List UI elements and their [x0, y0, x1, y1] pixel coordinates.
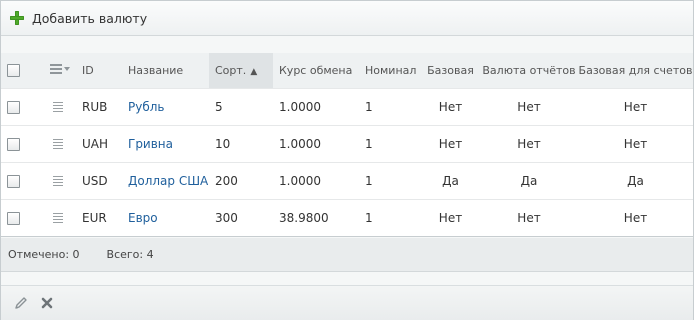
add-currency-button[interactable]: Добавить валюту	[10, 11, 147, 26]
currency-name-link[interactable]: Гривна	[128, 137, 173, 151]
currency-name-link[interactable]: Евро	[128, 211, 158, 225]
cell-nominal: 1	[359, 124, 421, 162]
cross-icon[interactable]	[39, 295, 55, 311]
cell-sort: 5	[209, 87, 273, 125]
row-checkbox[interactable]	[7, 174, 20, 188]
select-all-header	[1, 53, 33, 88]
cell-rate: 1.0000	[273, 124, 359, 162]
currency-grid: ID Название Сорт. ▲ Курс обмена Номинал Б…	[1, 53, 693, 237]
total-count: Всего: 4	[106, 248, 154, 261]
column-header-invoice-base[interactable]: Базовая для счетов	[578, 53, 693, 88]
column-settings-header	[33, 53, 76, 88]
column-header-base[interactable]: Базовая	[421, 53, 480, 88]
currency-name-link[interactable]: Рубль	[128, 100, 164, 114]
cell-sort: 300	[209, 198, 273, 237]
cell-rate: 1.0000	[273, 161, 359, 199]
cell-sort: 10	[209, 124, 273, 162]
cell-sort: 200	[209, 161, 273, 199]
cell-report-currency: Да	[480, 161, 578, 199]
row-checkbox[interactable]	[7, 100, 20, 114]
cell-nominal: 1	[359, 198, 421, 237]
cell-base: Нет	[421, 198, 480, 237]
table-row[interactable]: USD Доллар США 200 1.0000 1 Да Да Да	[1, 161, 693, 199]
row-menu-icon[interactable]	[53, 174, 63, 188]
cell-base: Нет	[421, 87, 480, 125]
sort-ascending-icon: ▲	[250, 66, 258, 77]
cell-nominal: 1	[359, 161, 421, 199]
column-header-sort[interactable]: Сорт. ▲	[209, 53, 273, 88]
row-menu-icon[interactable]	[53, 137, 63, 151]
cell-report-currency: Нет	[480, 198, 578, 237]
table-row[interactable]: UAH Гривна 10 1.0000 1 Нет Нет Нет	[1, 124, 693, 162]
row-checkbox[interactable]	[7, 137, 20, 151]
cell-report-currency: Нет	[480, 87, 578, 125]
cell-id: UAH	[76, 124, 122, 162]
column-header-sort-label: Сорт.	[215, 63, 247, 77]
row-checkbox[interactable]	[7, 211, 20, 225]
row-menu-icon[interactable]	[53, 211, 63, 225]
group-actions-bar	[1, 285, 693, 320]
column-header-id[interactable]: ID	[76, 53, 122, 88]
column-settings-icon[interactable]	[50, 62, 70, 76]
cell-invoice-base: Нет	[578, 87, 693, 125]
row-menu-icon[interactable]	[53, 100, 63, 114]
grid-status-bar: Отмечено: 0 Всего: 4	[1, 238, 693, 272]
add-currency-label: Добавить валюту	[32, 10, 148, 26]
cell-id: EUR	[76, 198, 122, 237]
cell-invoice-base: Нет	[578, 124, 693, 162]
cell-rate: 1.0000	[273, 87, 359, 125]
plus-icon	[10, 11, 24, 25]
pencil-icon[interactable]	[13, 295, 29, 311]
column-header-nominal[interactable]: Номинал	[359, 53, 421, 88]
table-header-row: ID Название Сорт. ▲ Курс обмена Номинал Б…	[1, 53, 693, 88]
cell-nominal: 1	[359, 87, 421, 125]
column-header-name[interactable]: Название	[122, 53, 209, 88]
cell-id: USD	[76, 161, 122, 199]
cell-invoice-base: Да	[578, 161, 693, 199]
column-header-rate[interactable]: Курс обмена	[273, 53, 359, 88]
select-all-checkbox[interactable]	[7, 64, 20, 77]
cell-rate: 38.9800	[273, 198, 359, 237]
currency-name-link[interactable]: Доллар США	[128, 174, 208, 188]
cell-invoice-base: Нет	[578, 198, 693, 237]
table-row[interactable]: RUB Рубль 5 1.0000 1 Нет Нет Нет	[1, 87, 693, 125]
cell-report-currency: Нет	[480, 124, 578, 162]
toolbar: Добавить валюту	[1, 1, 693, 36]
selected-count: Отмечено: 0	[8, 248, 80, 261]
table-row[interactable]: EUR Евро 300 38.9800 1 Нет Нет Нет	[1, 198, 693, 237]
cell-base: Да	[421, 161, 480, 199]
column-header-report-currency[interactable]: Валюта отчётов	[480, 53, 578, 88]
currency-list-panel: Добавить валюту ID Название Сорт.▲ Курс	[0, 0, 694, 320]
cell-id: RUB	[76, 87, 122, 125]
cell-base: Нет	[421, 124, 480, 162]
